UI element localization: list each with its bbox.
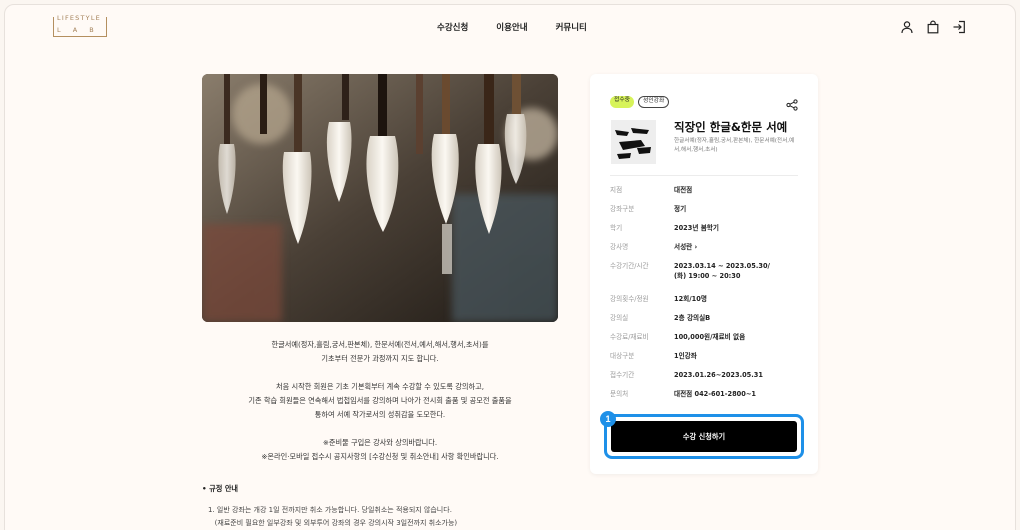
description-line [202,366,558,380]
user-icon[interactable] [900,19,914,34]
description-line: ※준비물 구입은 강사와 상의바랍니다. [322,438,438,447]
badge-group: 접수중 성인강좌 [610,96,670,108]
course-info-list: 지점 대전점 강좌구분 정기 학기 2023년 봄학기 강사명 서성란 › 수강기간/시… [610,185,800,408]
course-hero-image [202,74,558,322]
nav-item-enroll[interactable]: 수강신청 [437,21,468,33]
course-subtitle: 한글서예(정자,흘림,궁서,판본체), 한문서예(전서,예서,해서,행서,초서) [674,138,795,153]
status-badge: 접수중 [610,96,634,108]
rules-list: 1. 일반 강좌는 개강 1일 전까지만 취소 가능합니다. 당일취소는 적용되… [208,504,457,530]
type-badge: 성인강좌 [638,96,670,108]
nav-item-guide[interactable]: 이용안내 [496,21,527,33]
rules-heading: • 규정 안내 [202,484,239,493]
course-description: 한글서예(정자,흘림,궁서,판본체), 한문서예(전서,예서,해서,행서,초서)… [202,338,558,464]
enroll-button[interactable]: 수강 신청하기 [611,421,797,452]
rules-item: 1. 일반 강좌는 개강 1일 전까지만 취소 가능합니다. 당일취소는 적용되… [208,506,452,514]
instructor-link[interactable]: 서성란 › [674,242,800,252]
logo[interactable]: LIFESTYLE LAB [53,14,107,37]
info-row-period: 수강기간/시간 2023.03.14 ~ 2023.05.30/ (화) 19:… [610,262,770,280]
description-line [202,422,558,436]
description-line: 기초부터 전문가 과정까지 지도 합니다. [321,354,439,363]
rules-item: (재료준비 필요한 일부강좌 및 외부투어 강좌의 경우 강의시작 3일전까지 … [208,519,458,527]
description-line: 통하여 서예 작가로서의 성취감을 도모한다. [314,410,446,419]
nav-item-community[interactable]: 커뮤니티 [556,21,587,33]
info-row-semester: 학기 2023년 봄학기 [610,224,719,232]
main-nav: 수강신청 이용안내 커뮤니티 [437,21,587,33]
divider [610,175,798,176]
step-marker: 1 [600,411,616,427]
info-row-target: 대상구분 1인강좌 [610,352,697,360]
info-row-branch: 지점 대전점 [610,186,693,194]
info-row-room: 강의실 2층 강의실B [610,314,711,322]
header-icons [900,19,966,34]
description-line: 기존 학습 회원들은 연속해서 법첩임서를 강의하며 나아가 전시회 출품 및 … [248,396,512,405]
description-line: 처음 시작한 회원은 기초 기본획부터 계속 수강할 수 있도록 강의하고, [276,382,484,391]
login-icon[interactable] [952,19,966,34]
info-row-contact: 문의처 대전점 042-601-2800~1 [610,390,756,398]
info-row-sessions: 강의횟수/정원 12회/10명 [610,295,707,303]
info-row-registration: 접수기간 2023.01.26~2023.05.31 [610,371,763,379]
info-row-fee: 수강료/재료비 100,000원/재료비 없음 [610,333,746,341]
logo-text-top: LIFESTYLE [57,14,103,22]
course-title: 직장인 한글&한문 서예 [674,120,788,134]
description-line: ※온라인·모바일 접수시 공지사항의 [수강신청 및 취소안내] 사항 확인바랍… [261,452,499,461]
info-row-category: 강좌구분 정기 [610,205,687,213]
shopping-bag-icon[interactable] [926,19,940,34]
description-line: 한글서예(정자,흘림,궁서,판본체), 한문서예(전서,예서,해서,행서,초서)… [271,340,489,349]
share-icon[interactable] [786,96,798,111]
logo-text-bottom: LAB [57,25,106,34]
info-row-instructor: 강사명 서성란 › [610,242,800,252]
course-thumbnail [611,120,656,164]
